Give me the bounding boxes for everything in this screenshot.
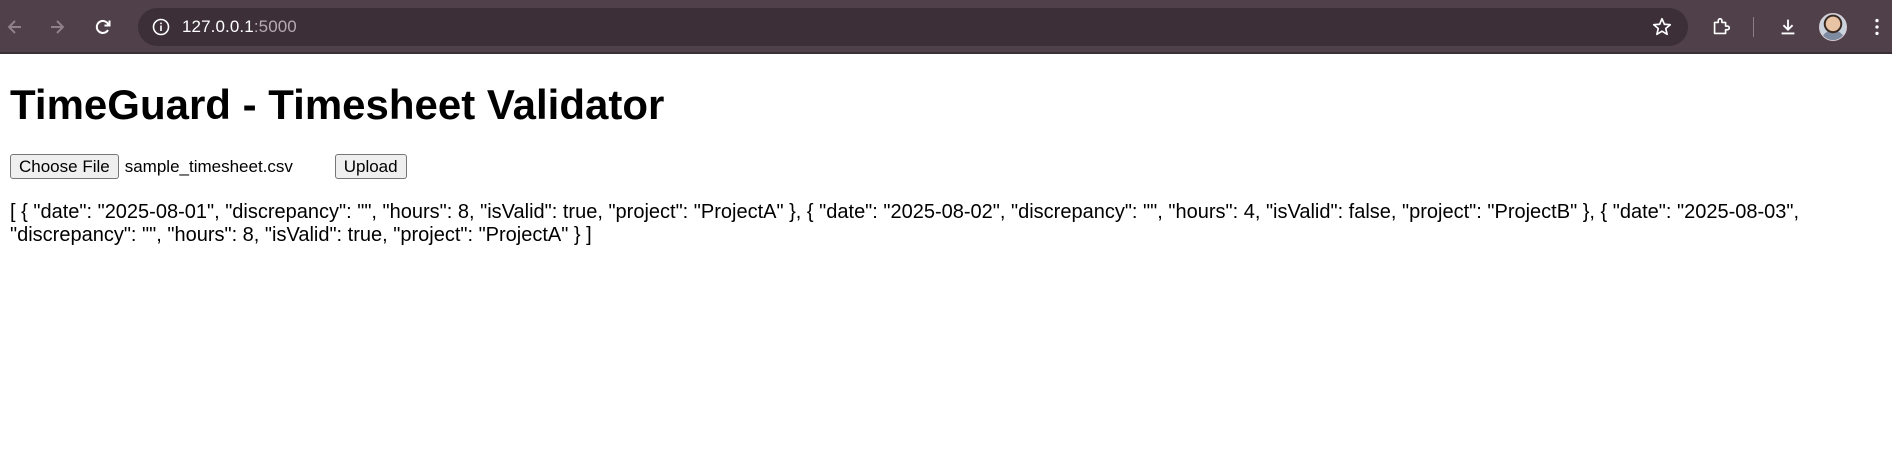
browser-toolbar: 127.0.0.1:5000 <box>0 0 1892 54</box>
url-text: 127.0.0.1:5000 <box>182 17 297 37</box>
extensions-button[interactable] <box>1706 12 1736 42</box>
extensions-icon <box>1713 17 1731 35</box>
url-host: 127.0.0.1 <box>182 17 254 36</box>
forward-button[interactable] <box>42 12 72 42</box>
page-content: TimeGuard - Timesheet Validator Choose F… <box>0 81 1892 247</box>
download-icon <box>1781 19 1795 35</box>
avatar[interactable] <box>1819 13 1847 41</box>
downloads-button[interactable] <box>1773 12 1803 42</box>
star-icon <box>1652 17 1672 36</box>
validation-result: [ { "date": "2025-08-01", "discrepancy":… <box>10 201 1800 247</box>
page-title: TimeGuard - Timesheet Validator <box>10 81 665 128</box>
upload-form: Choose File sample_timesheet.csv Upload <box>10 154 1882 180</box>
back-button[interactable] <box>0 12 30 42</box>
reload-button[interactable] <box>88 12 118 42</box>
bookmark-button[interactable] <box>1650 15 1674 39</box>
toolbar-divider <box>1753 17 1754 37</box>
url-port: :5000 <box>253 17 297 36</box>
choose-file-button[interactable]: Choose File <box>10 154 119 180</box>
menu-icon <box>1875 18 1879 36</box>
forward-icon <box>51 20 65 34</box>
back-icon <box>7 20 21 34</box>
menu-button[interactable] <box>1862 12 1892 42</box>
upload-button[interactable]: Upload <box>334 154 407 180</box>
reload-icon <box>95 19 111 34</box>
selected-file-name: sample_timesheet.csv <box>124 156 293 176</box>
site-info-button[interactable] <box>148 14 174 40</box>
site-info-icon <box>152 18 170 36</box>
address-bar[interactable]: 127.0.0.1:5000 <box>138 8 1688 46</box>
